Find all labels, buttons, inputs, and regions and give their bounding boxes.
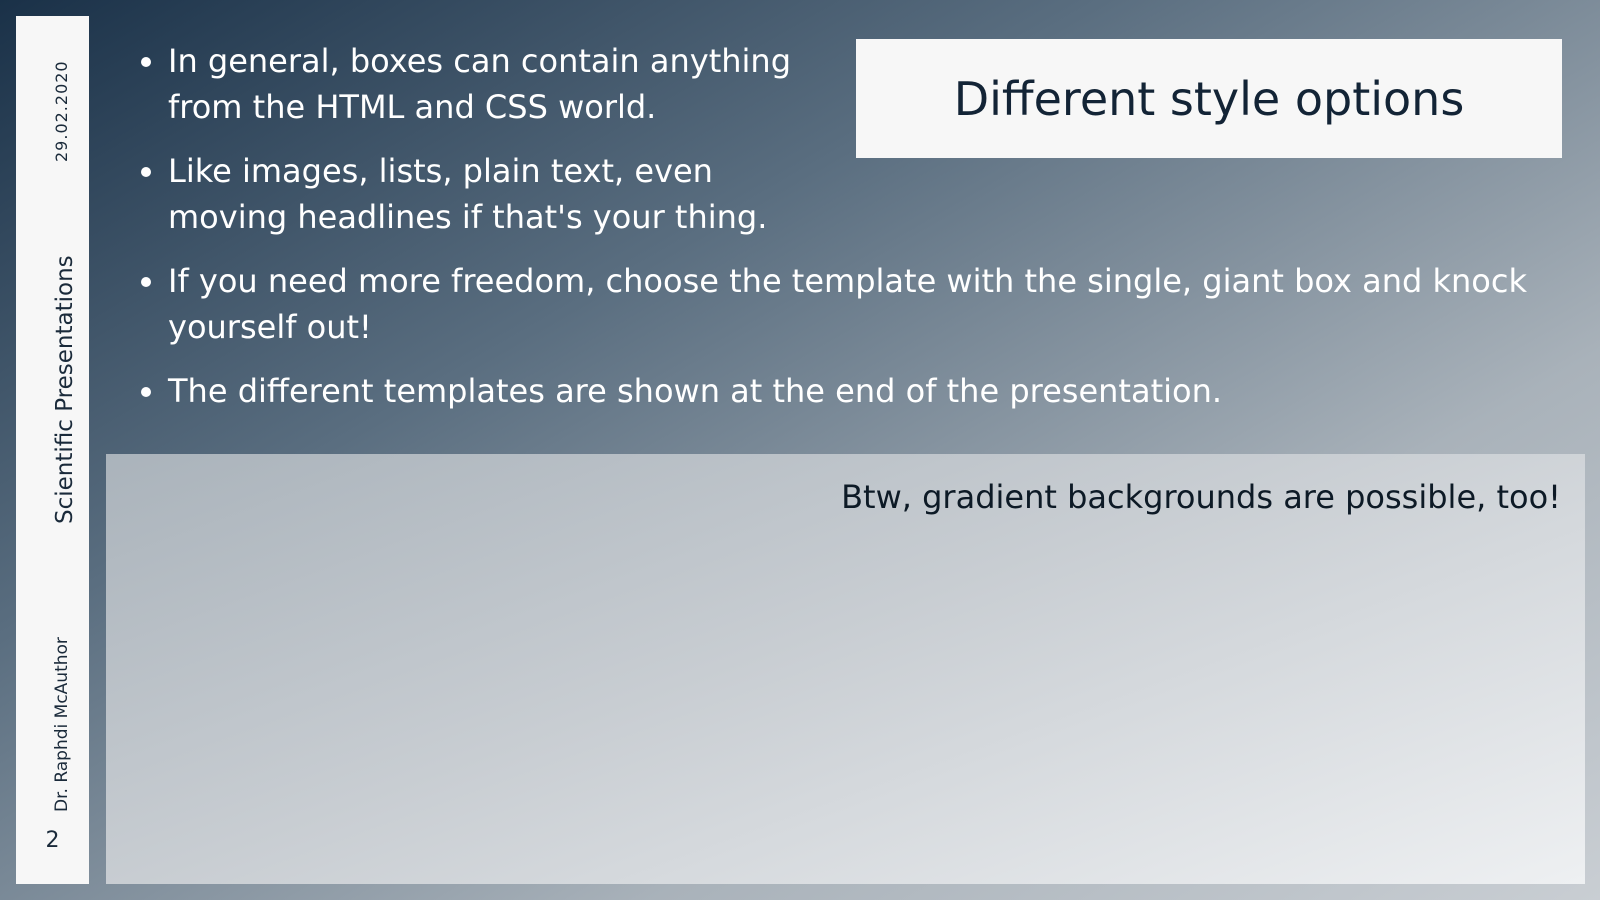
gradient-content-box: Btw, gradient backgrounds are possible, …	[106, 454, 1585, 884]
gradient-note: Btw, gradient backgrounds are possible, …	[841, 478, 1561, 516]
bullet-item: If you need more freedom, choose the tem…	[168, 258, 1548, 350]
page-number: 2	[45, 828, 60, 853]
bullet-list: In general, boxes can contain anything f…	[130, 38, 1548, 432]
presentation-title: Scientific Presentations	[52, 255, 78, 524]
bullet-item: The different templates are shown at the…	[168, 368, 1548, 414]
author-name: Dr. Raphdi McAuthor	[52, 637, 72, 812]
bullet-item: Like images, lists, plain text, even mov…	[168, 148, 808, 240]
sidebar: 29.02.2020 Scientific Presentations Dr. …	[16, 16, 89, 884]
bullet-item: In general, boxes can contain anything f…	[168, 38, 808, 130]
slide-date: 29.02.2020	[52, 60, 71, 162]
